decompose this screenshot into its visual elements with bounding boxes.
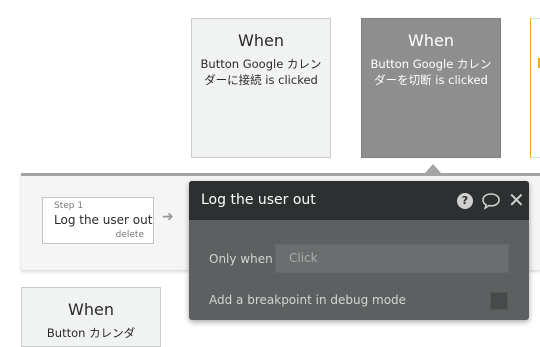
action-property-editor: Log the user out ? ✕ Only when Click Add… bbox=[189, 181, 529, 320]
comment-icon[interactable] bbox=[481, 192, 501, 214]
breakpoint-checkbox[interactable] bbox=[490, 292, 508, 310]
step-1-box[interactable]: Step 1 Log the user out delete bbox=[42, 197, 154, 244]
step-number-label: Step 1 bbox=[54, 201, 84, 211]
event-description: Button Google カレンダーを切断 is clicked bbox=[370, 57, 492, 87]
step-name: Log the user out bbox=[54, 213, 153, 227]
event-card-disconnect[interactable]: When Button Google カレンダーを切断 is clicked bbox=[361, 18, 501, 158]
help-icon[interactable]: ? bbox=[457, 193, 473, 209]
panel-title: Log the user out bbox=[201, 192, 316, 208]
event-description: Button Google カレンダーに接続 is clicked bbox=[200, 57, 322, 87]
event-card-partial[interactable] bbox=[530, 18, 540, 158]
breakpoint-label: Add a breakpoint in debug mode bbox=[209, 293, 407, 307]
event-card-third[interactable]: When Button カレンダ bbox=[21, 287, 161, 347]
event-when-label: When bbox=[408, 31, 454, 50]
event-when-label: When bbox=[68, 300, 114, 319]
event-card-connect[interactable]: When Button Google カレンダーに接続 is clicked bbox=[191, 18, 331, 158]
close-icon[interactable]: ✕ bbox=[508, 188, 525, 212]
event-description: Button カレンダ bbox=[46, 326, 136, 340]
step-delete-link[interactable]: delete bbox=[116, 230, 144, 240]
only-when-label: Only when bbox=[209, 252, 273, 266]
arrow-right-icon[interactable]: ➜ bbox=[162, 209, 174, 225]
selected-event-pointer bbox=[425, 164, 441, 173]
panel-header: Log the user out ? ✕ bbox=[189, 181, 529, 220]
event-when-label: When bbox=[238, 31, 284, 50]
only-when-input[interactable]: Click bbox=[275, 244, 509, 273]
